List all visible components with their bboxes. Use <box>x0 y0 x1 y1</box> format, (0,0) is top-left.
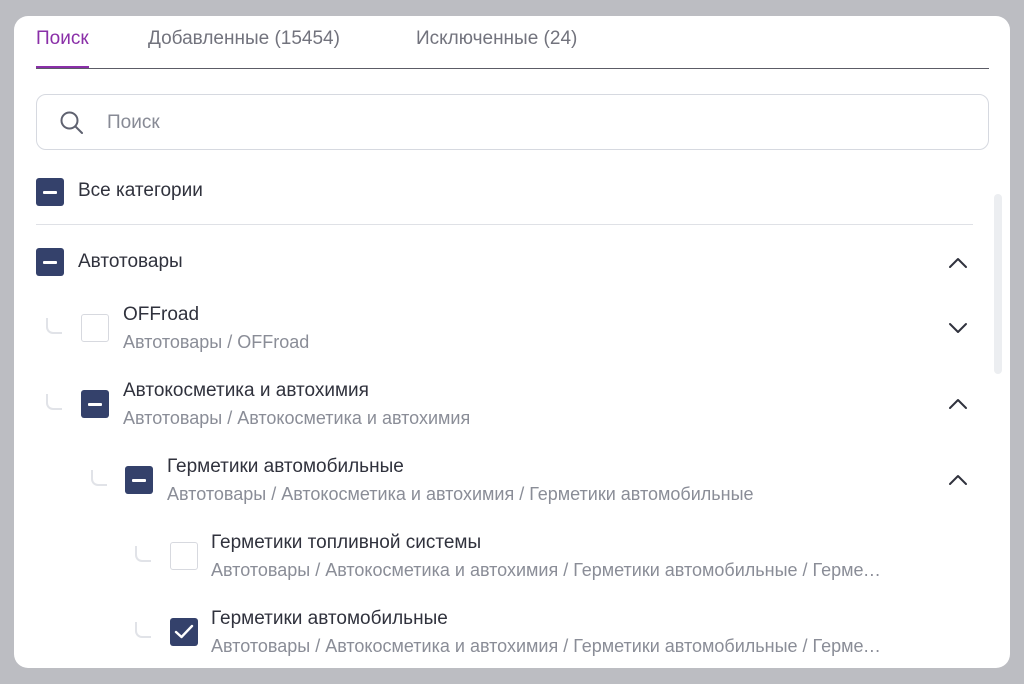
tree-item-title: Автокосметика и автохимия <box>123 380 369 401</box>
tree-item: OFFroad Автотовары / OFFroad <box>14 298 974 358</box>
tree-connector <box>135 622 151 638</box>
tree-connector <box>46 394 62 410</box>
tree-item: Автотовары <box>14 244 974 284</box>
chevron-up-icon[interactable] <box>948 398 968 410</box>
tree-item-path: Автотовары / OFFroad <box>123 332 310 352</box>
scrollbar[interactable] <box>994 194 1002 374</box>
tree-item-checkbox[interactable] <box>170 618 198 646</box>
tree-connector <box>135 546 151 562</box>
tree-item-checkbox[interactable] <box>170 542 198 570</box>
tab-search[interactable]: Поиск <box>36 28 89 68</box>
tree-item: Герметики топливной системы Автотовары /… <box>14 526 974 586</box>
tree-item: Герметики автомобильные Автотовары / Авт… <box>14 450 974 510</box>
tree-item-title: Автотовары <box>78 251 183 272</box>
tree-item: Автокосметика и автохимия Автотовары / А… <box>14 374 974 434</box>
tree-item-title: Герметики автомобильные <box>167 456 404 477</box>
divider <box>36 224 973 225</box>
tree-item-checkbox[interactable] <box>81 314 109 342</box>
check-icon <box>174 624 194 639</box>
all-categories-checkbox[interactable] <box>36 178 64 206</box>
search-input[interactable] <box>105 105 969 141</box>
tree-item-path: Автотовары / Автокосметика и автохимия <box>123 408 471 428</box>
tree-connector <box>91 470 107 486</box>
tree-connector <box>46 318 62 334</box>
chevron-up-icon[interactable] <box>948 257 968 269</box>
all-categories-row: Все категории <box>14 176 974 216</box>
category-selector-panel: Поиск Добавленные (15454) Исключенные (2… <box>14 16 1010 668</box>
all-categories-label: Все категории <box>78 180 203 201</box>
tree-item-path: Автотовары / Автокосметика и автохимия /… <box>211 560 889 580</box>
tree-item: Герметики автомобильные Автотовары / Авт… <box>14 602 974 662</box>
tree-item-checkbox[interactable] <box>125 466 153 494</box>
tab-excluded[interactable]: Исключенные (24) <box>416 28 577 68</box>
chevron-up-icon[interactable] <box>948 474 968 486</box>
search-icon <box>60 111 83 134</box>
tree-item-path: Автотовары / Автокосметика и автохимия /… <box>167 484 754 504</box>
tab-bar: Поиск Добавленные (15454) Исключенные (2… <box>36 16 989 69</box>
tree-item-title: Герметики автомобильные <box>211 608 448 629</box>
tab-added[interactable]: Добавленные (15454) <box>148 28 340 68</box>
tree-item-checkbox[interactable] <box>81 390 109 418</box>
tree-item-title: Герметики топливной системы <box>211 532 482 553</box>
tree-item-path: Автотовары / Автокосметика и автохимия /… <box>211 636 889 656</box>
search-box[interactable] <box>36 94 989 150</box>
tree-item-checkbox[interactable] <box>36 248 64 276</box>
chevron-down-icon[interactable] <box>948 322 968 334</box>
tree-item-title: OFFroad <box>123 304 200 325</box>
